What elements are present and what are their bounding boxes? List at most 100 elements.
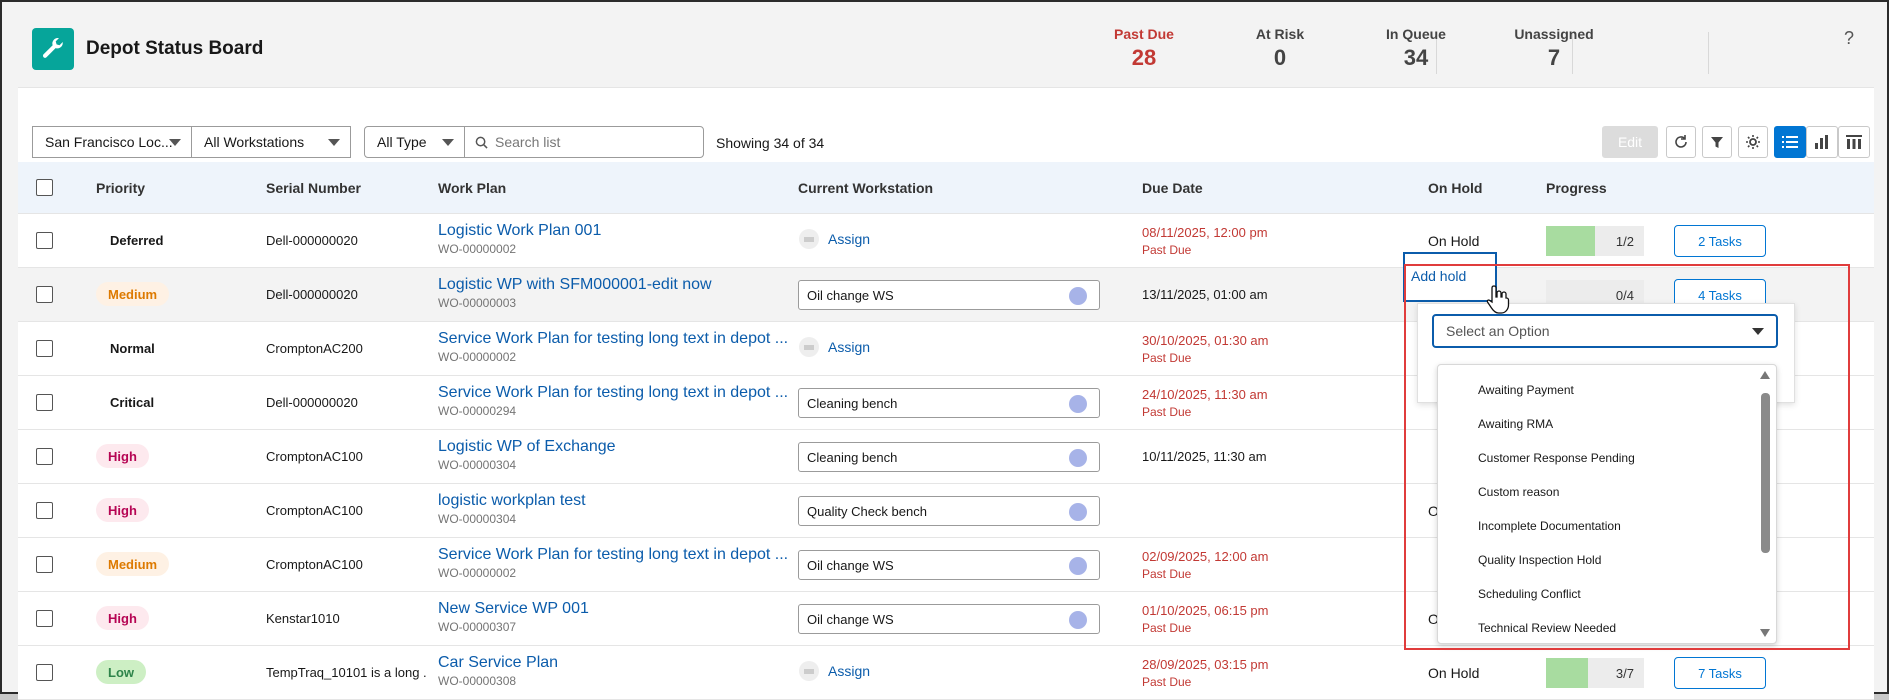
kanban-icon — [1846, 135, 1862, 149]
search-placeholder: Search list — [495, 134, 561, 150]
row-checkbox[interactable] — [36, 610, 53, 627]
type-dropdown[interactable]: All Type — [364, 126, 465, 158]
assign-label: Assign — [828, 231, 871, 247]
work-plan-link[interactable]: Service Work Plan for testing long text … — [438, 330, 788, 348]
record-count: Showing 34 of 34 — [716, 135, 825, 151]
work-plan: Service Work Plan for testing long text … — [438, 330, 788, 364]
settings-button[interactable] — [1738, 126, 1768, 158]
workstation-field[interactable]: Cleaning bench — [798, 388, 1100, 418]
priority-badge: High — [96, 606, 149, 630]
workstation-field[interactable]: Oil change WS — [798, 604, 1100, 634]
workstation-field[interactable]: Cleaning bench — [798, 442, 1100, 472]
work-plan-link[interactable]: New Service WP 001 — [438, 600, 589, 618]
workstation-icon[interactable] — [1069, 611, 1087, 629]
work-plan-link[interactable]: Logistic WP of Exchange — [438, 438, 616, 456]
workstation-icon[interactable] — [1069, 449, 1087, 467]
metric-unassigned[interactable]: Unassigned 7 — [1486, 26, 1622, 71]
past-due-label: Past Due — [1142, 351, 1192, 365]
due-date: 24/10/2025, 11:30 am Past Due — [1142, 387, 1268, 419]
row-checkbox[interactable] — [36, 556, 53, 573]
help-icon[interactable]: ? — [1844, 28, 1854, 49]
work-order-number: WO-00000294 — [438, 404, 517, 418]
assign-link[interactable]: Assign — [798, 336, 870, 358]
metric-at-risk[interactable]: At Risk 0 — [1212, 26, 1348, 71]
workstation-field[interactable]: Oil change WS — [798, 280, 1100, 310]
work-plan-link[interactable]: Service Work Plan for testing long text … — [438, 384, 788, 402]
work-plan: Logistic WP of Exchange WO-00000304 — [438, 438, 616, 472]
progress-bar: 3/7 — [1546, 658, 1644, 688]
workstation-value: Oil change WS — [807, 287, 894, 303]
location-value: San Francisco Loc... — [45, 134, 173, 150]
metric-value: 28 — [1131, 45, 1157, 70]
work-order-number: WO-00000308 — [438, 674, 517, 688]
row-checkbox[interactable] — [36, 340, 53, 357]
row-checkbox[interactable] — [36, 394, 53, 411]
progress-bar: 1/2 — [1546, 226, 1644, 256]
workstation-icon[interactable] — [1069, 503, 1087, 521]
workstation-field[interactable]: Quality Check bench — [798, 496, 1100, 526]
location-dropdown[interactable]: San Francisco Loc... — [32, 126, 192, 158]
work-plan-link[interactable]: Car Service Plan — [438, 654, 558, 672]
metric-past-due[interactable]: Past Due 28 — [1076, 26, 1212, 71]
column-progress[interactable]: Progress — [1546, 180, 1607, 196]
workstation-value: Cleaning bench — [807, 449, 898, 465]
metric-value: 34 — [1403, 45, 1429, 70]
work-plan: Logistic WP with SFM000001-edit now WO-0… — [438, 276, 712, 310]
on-hold-status: On Hold — [1428, 665, 1480, 681]
workstation-icon[interactable] — [1069, 287, 1087, 305]
metric-in-queue[interactable]: In Queue 34 — [1348, 26, 1484, 71]
column-priority[interactable]: Priority — [96, 180, 145, 196]
row-checkbox[interactable] — [36, 448, 53, 465]
progress-text: 3/7 — [1615, 666, 1634, 681]
refresh-button[interactable] — [1666, 126, 1696, 158]
search-input[interactable]: Search list — [464, 126, 704, 158]
work-order-number: WO-00000304 — [438, 458, 517, 472]
row-checkbox[interactable] — [36, 664, 53, 681]
priority-label: Normal — [110, 341, 155, 356]
kanban-view-button[interactable] — [1838, 126, 1870, 158]
column-work-plan[interactable]: Work Plan — [438, 180, 506, 196]
work-plan-link[interactable]: Logistic Work Plan 001 — [438, 222, 601, 240]
table-row[interactable]: Low TempTraq_10101 is a long ... Car Ser… — [18, 646, 1874, 700]
past-due-label: Past Due — [1142, 243, 1192, 257]
workstation-icon — [799, 229, 819, 249]
workstation-icon[interactable] — [1069, 557, 1087, 575]
work-plan-link[interactable]: Service Work Plan for testing long text … — [438, 546, 788, 564]
due-date: 02/09/2025, 12:00 am Past Due — [1142, 549, 1269, 581]
metric-divider — [1708, 32, 1709, 74]
select-all-checkbox[interactable] — [36, 179, 53, 196]
board-header: Depot Status Board Past Due 28 At Risk 0… — [18, 16, 1874, 88]
edit-button[interactable]: Edit — [1602, 126, 1658, 158]
progress-fill — [1546, 226, 1595, 256]
filter-button[interactable] — [1702, 126, 1732, 158]
workstations-dropdown[interactable]: All Workstations — [191, 126, 351, 158]
priority-badge: Medium — [96, 552, 170, 576]
assign-link[interactable]: Assign — [798, 660, 870, 682]
assign-link[interactable]: Assign — [798, 228, 870, 250]
wrench-icon — [32, 28, 74, 70]
work-plan-link[interactable]: Logistic WP with SFM000001-edit now — [438, 276, 712, 294]
list-view-button[interactable] — [1774, 126, 1806, 158]
column-serial-number[interactable]: Serial Number — [266, 180, 361, 196]
workstation-icon[interactable] — [1069, 395, 1087, 413]
chevron-down-icon — [328, 139, 340, 146]
tasks-button[interactable]: 2 Tasks — [1674, 225, 1766, 257]
work-plan-link[interactable]: logistic workplan test — [438, 492, 586, 510]
table-row[interactable]: Deferred Dell-000000020 Logistic Work Pl… — [18, 214, 1874, 268]
column-on-hold[interactable]: On Hold — [1428, 180, 1482, 196]
chart-view-button[interactable] — [1806, 126, 1838, 158]
due-date: 01/10/2025, 06:15 pm Past Due — [1142, 603, 1269, 635]
row-checkbox[interactable] — [36, 286, 53, 303]
row-checkbox[interactable] — [36, 232, 53, 249]
work-order-number: WO-00000002 — [438, 350, 517, 364]
work-order-number: WO-00000307 — [438, 620, 517, 634]
workstation-field[interactable]: Oil change WS — [798, 550, 1100, 580]
column-due-date[interactable]: Due Date — [1142, 180, 1203, 196]
chevron-down-icon — [442, 139, 454, 146]
serial-number: TempTraq_10101 is a long ... — [266, 665, 426, 680]
serial-number: CromptonAC100 — [266, 449, 363, 464]
column-current-workstation[interactable]: Current Workstation — [798, 180, 933, 196]
serial-number: Dell-000000020 — [266, 287, 358, 302]
row-checkbox[interactable] — [36, 502, 53, 519]
tasks-button[interactable]: 7 Tasks — [1674, 657, 1766, 689]
